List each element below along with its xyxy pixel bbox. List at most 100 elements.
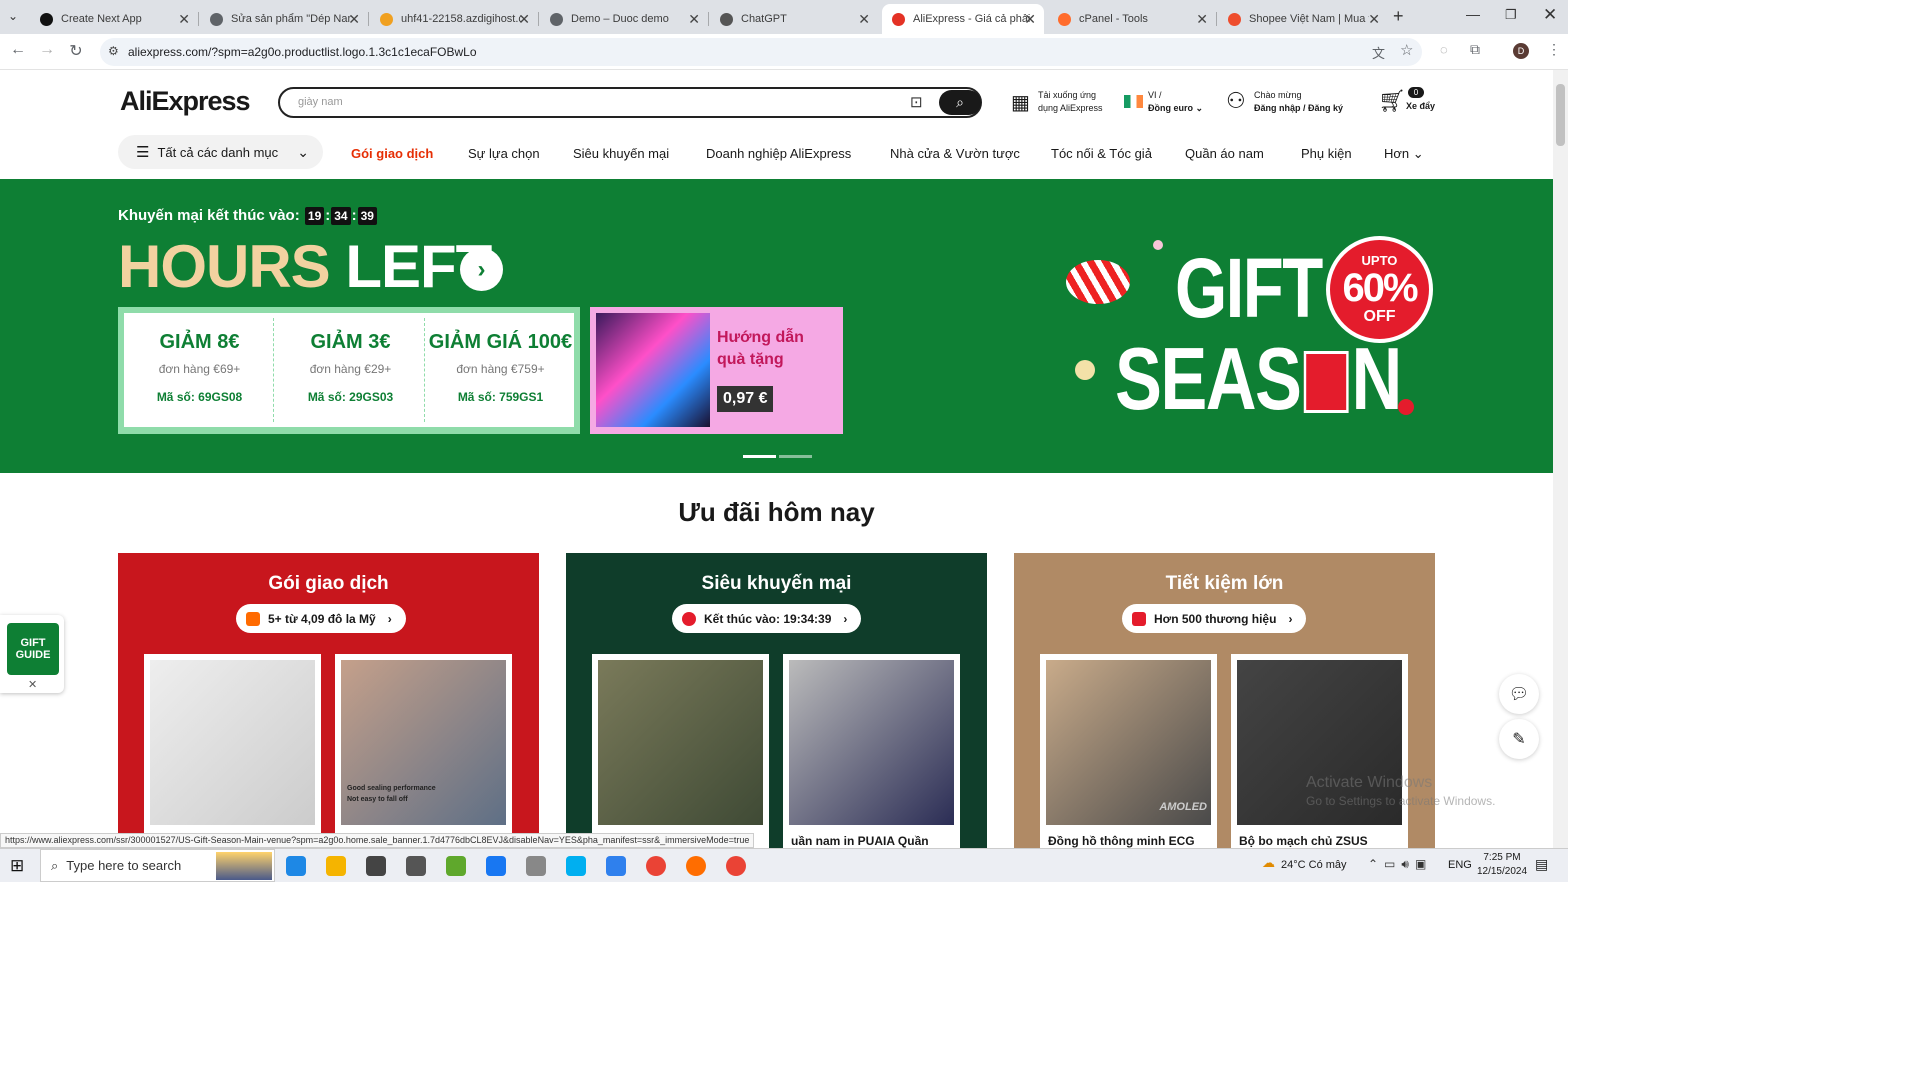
back-icon[interactable]: ← — [7, 41, 29, 59]
product-card[interactable]: uần nam in PUAIA Quần — [783, 654, 960, 848]
deal-pill[interactable]: Kết thúc vào: 19:34:39 › — [672, 604, 862, 633]
minimize-button[interactable]: — — [1466, 6, 1480, 22]
scrollbar-thumb[interactable] — [1556, 84, 1565, 146]
file-explorer-icon[interactable] — [326, 856, 346, 876]
store-icon[interactable] — [366, 856, 386, 876]
product-card[interactable]: AMOLED Đồng hồ thông minh ECG — [1040, 654, 1217, 848]
site-info-icon[interactable]: ⚙ — [108, 44, 119, 58]
nav-item[interactable]: Nhà cửa & Vườn tược — [890, 146, 1020, 161]
browser-tab[interactable]: Shopee Việt Nam | Mua v ✕ — [1218, 4, 1388, 34]
close-tab-icon[interactable]: ✕ — [178, 11, 190, 28]
vscode-icon[interactable] — [606, 856, 626, 876]
mail-icon[interactable] — [406, 856, 426, 876]
user-icon[interactable]: ⚇ — [1226, 88, 1246, 114]
browser-menu-icon[interactable]: ⋮ — [1547, 41, 1561, 58]
taskbar-search[interactable]: ⌕ Type here to search — [40, 849, 275, 882]
browser-tab[interactable]: uhf41-22158.azdigihost.cc ✕ — [370, 4, 538, 34]
search-input[interactable]: giày nam — [298, 96, 343, 108]
weather-text[interactable]: 24°C Có mây — [1281, 859, 1347, 871]
coupon[interactable]: GIẢM 3€ đơn hàng €29+ Mã số: 29GS03 — [275, 313, 426, 427]
nav-more[interactable]: Hơn ⌄ — [1384, 146, 1424, 162]
image-search-icon[interactable]: ⊡ — [910, 93, 923, 111]
close-tab-icon[interactable]: ✕ — [1024, 11, 1036, 28]
app-icon[interactable] — [686, 856, 706, 876]
product-card[interactable] — [592, 654, 769, 848]
tab-search-button[interactable]: ⌄ — [8, 9, 18, 23]
close-tab-icon[interactable]: ✕ — [348, 11, 360, 28]
notification-icon[interactable]: ▤ — [1535, 856, 1548, 873]
browser-tab[interactable]: cPanel - Tools ✕ — [1048, 4, 1216, 34]
windows-start-icon[interactable]: ⊞ — [10, 856, 24, 876]
gift-guide-widget[interactable]: GIFT GUIDE ✕ — [0, 615, 64, 693]
wechat-icon[interactable] — [446, 856, 466, 876]
app-download-link[interactable]: Tải xuống ứng dụng AliExpress — [1038, 89, 1103, 115]
language-currency-selector[interactable]: VI / Đồng euro ⌄ — [1148, 89, 1203, 115]
deal-card[interactable]: Siêu khuyến mại Kết thúc vào: 19:34:39 › uầ… — [566, 553, 987, 848]
chat-icon[interactable]: 💬︎ — [1499, 674, 1539, 714]
search-button[interactable]: ⌕ — [939, 90, 981, 115]
close-icon[interactable]: ✕ — [28, 678, 37, 691]
coupon[interactable]: GIẢM 8€ đơn hàng €69+ Mã số: 69GS08 — [124, 313, 275, 427]
nav-item[interactable]: Phụ kiện — [1301, 146, 1352, 161]
close-tab-icon[interactable]: ✕ — [1196, 11, 1208, 28]
close-tab-icon[interactable]: ✕ — [688, 11, 700, 28]
nav-item[interactable]: Siêu khuyến mại — [573, 146, 669, 161]
nav-item[interactable]: Tóc nối & Tóc giả — [1051, 146, 1152, 161]
puzzle-icon[interactable]: ⧉ — [1470, 41, 1480, 58]
address-bar[interactable]: ⚙ aliexpress.com/?spm=a2g0o.productlist.… — [100, 38, 1422, 66]
restore-button[interactable]: ❐ — [1505, 7, 1517, 23]
product-card[interactable]: Good sealing performance Not easy to fall… — [335, 654, 512, 848]
nav-item[interactable]: Quần áo nam — [1185, 146, 1264, 161]
aliexpress-logo[interactable]: AliExpress — [120, 86, 251, 117]
chrome-icon[interactable] — [646, 856, 666, 876]
weather-icon[interactable]: ☁ — [1262, 855, 1275, 871]
banner-arrow-button[interactable]: › — [460, 248, 503, 291]
system-tray-icons[interactable]: ⌃▭🔊︎▣ — [1368, 857, 1432, 872]
search-box[interactable]: giày nam ⊡ ⌕ — [278, 87, 982, 118]
browser-tab[interactable]: Sửa sản phẩm "Dép Nam ✕ — [200, 4, 368, 34]
nav-item[interactable]: Gói giao dịch — [351, 146, 433, 161]
qr-code-icon[interactable]: ▦ — [1011, 90, 1030, 115]
extension-icon[interactable]: ◌ — [1440, 42, 1448, 57]
carousel-dot-active[interactable] — [743, 455, 776, 458]
product-card[interactable] — [144, 654, 321, 848]
cart-icon[interactable]: 🛒︎ — [1378, 88, 1406, 114]
url-text[interactable]: aliexpress.com/?spm=a2g0o.productlist.lo… — [128, 45, 477, 59]
browser-tab[interactable]: ChatGPT ✕ — [710, 4, 878, 34]
facebook-icon[interactable] — [486, 856, 506, 876]
reload-icon[interactable]: ↻ — [65, 41, 87, 61]
sign-in-link[interactable]: Chào mừng Đăng nhập / Đăng ký — [1254, 89, 1343, 115]
feedback-icon[interactable]: ✎ — [1499, 719, 1539, 759]
browser-tab[interactable]: AliExpress - Giá cả phải ch ✕ — [882, 4, 1044, 34]
clock[interactable]: 7:25 PM 12/15/2024 — [1472, 851, 1532, 879]
chrome-icon[interactable] — [726, 856, 746, 876]
gift-guide-card[interactable]: Hướng dẫn quà tặng 0,97 € — [590, 307, 843, 434]
hours-left-headline[interactable]: HOURS LEFT — [118, 232, 492, 301]
skype-icon[interactable] — [566, 856, 586, 876]
close-window-button[interactable]: ✕ — [1543, 5, 1557, 25]
close-tab-icon[interactable]: ✕ — [1368, 11, 1380, 28]
browser-tab[interactable]: Create Next App ✕ — [30, 4, 198, 34]
deal-pill[interactable]: Hơn 500 thương hiệu › — [1122, 604, 1307, 633]
new-tab-button[interactable]: + — [1393, 6, 1404, 27]
browser-tab[interactable]: Demo – Duoc demo ✕ — [540, 4, 708, 34]
bookmark-star-icon[interactable]: ☆ — [1400, 41, 1413, 59]
forward-icon[interactable]: → — [36, 41, 58, 59]
vertical-scrollbar[interactable] — [1553, 70, 1568, 848]
language-indicator[interactable]: ENG — [1448, 859, 1472, 871]
close-tab-icon[interactable]: ✕ — [858, 11, 870, 28]
deal-card[interactable]: Gói giao dịch 5+ từ 4,09 đô la Mỹ › Good se… — [118, 553, 539, 848]
profile-avatar[interactable]: D — [1513, 43, 1529, 59]
nav-item[interactable]: Doanh nghiệp AliExpress — [706, 146, 851, 161]
edge-icon[interactable] — [286, 856, 306, 876]
coupon[interactable]: GIẢM GIÁ 100€ đơn hàng €759+ Mã số: 759GS1 — [425, 313, 576, 427]
nav-item[interactable]: Sự lựa chọn — [468, 146, 540, 161]
carousel-dot[interactable] — [779, 455, 812, 458]
product-card[interactable]: Bộ bo mạch chủ ZSUS — [1231, 654, 1408, 848]
all-categories-button[interactable]: ☰ Tất cả các danh mục ⌄ — [118, 135, 323, 169]
cart-label[interactable]: Xe đẩy — [1406, 101, 1435, 111]
photos-icon[interactable] — [526, 856, 546, 876]
close-tab-icon[interactable]: ✕ — [518, 11, 530, 28]
translate-icon[interactable]: 文 — [1372, 43, 1385, 62]
deal-pill[interactable]: 5+ từ 4,09 đô la Mỹ › — [236, 604, 406, 633]
